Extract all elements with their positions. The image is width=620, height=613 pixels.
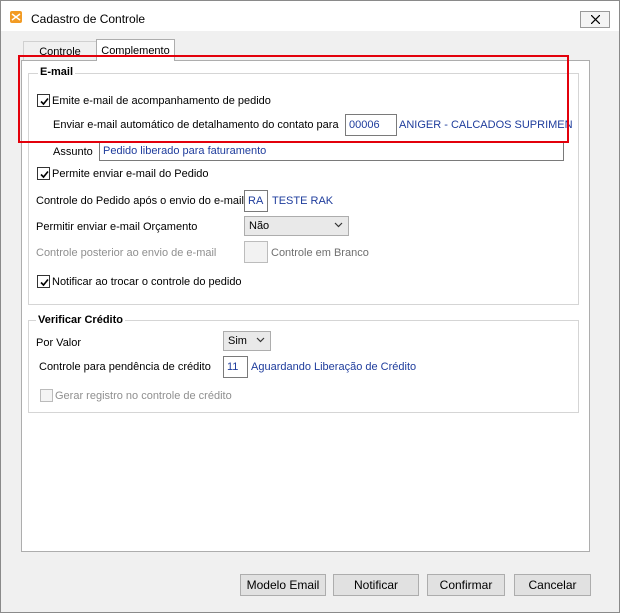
chevron-down-icon: [256, 337, 265, 343]
emite-email-checkbox[interactable]: [37, 94, 50, 107]
permite-email-checkbox[interactable]: [37, 167, 50, 180]
check-icon: [40, 97, 49, 106]
por-valor-select-value: Sim: [228, 335, 247, 347]
notificar-button[interactable]: Notificar: [333, 574, 419, 596]
enviar-auto-label: Enviar e-mail automático de detalhamento…: [53, 119, 339, 131]
window-title: Cadastro de Controle: [31, 12, 146, 26]
dialog-window: Cadastro de Controle Controle Complement…: [0, 0, 620, 613]
pendencia-name: Aguardando Liberação de Crédito: [251, 361, 417, 373]
email-group-title: E-mail: [38, 66, 76, 78]
pendencia-code-field[interactable]: 11: [223, 356, 248, 378]
email-group: [28, 73, 579, 305]
check-icon: [40, 170, 49, 179]
controle-apos-label: Controle do Pedido após o envio do e-mai…: [36, 195, 244, 207]
title-bar: Cadastro de Controle: [1, 1, 619, 31]
orcamento-label: Permitir enviar e-mail Orçamento: [36, 221, 198, 233]
assunto-label: Assunto: [53, 146, 93, 158]
por-valor-label: Por Valor: [36, 337, 82, 349]
close-button[interactable]: [580, 11, 610, 28]
contato-name: ANIGER - CALCADOS SUPRIMEN: [399, 119, 573, 131]
orcamento-select-value: Não: [249, 220, 270, 232]
gerar-registro-checkbox[interactable]: [40, 389, 53, 402]
chevron-down-icon: [334, 222, 343, 228]
notificar-label: Notificar ao trocar o controle do pedido: [52, 276, 242, 288]
notificar-checkbox[interactable]: [37, 275, 50, 288]
app-icon: [10, 11, 22, 23]
posterior-label: Controle posterior ao envio de e-mail: [36, 247, 217, 259]
pendencia-label: Controle para pendência de crédito: [39, 361, 211, 373]
credito-group-title: Verificar Crédito: [36, 314, 125, 326]
posterior-code-field[interactable]: [244, 241, 268, 263]
assunto-field[interactable]: Pedido liberado para faturamento: [99, 141, 564, 161]
tab-complemento[interactable]: Complemento: [96, 39, 175, 61]
permite-email-label: Permite enviar e-mail do Pedido: [52, 168, 209, 180]
gerar-registro-label: Gerar registro no controle de crédito: [55, 390, 232, 402]
close-icon: [590, 15, 600, 24]
tab-panel-complemento: E-mail Emite e-mail de acompanhamento de…: [21, 60, 590, 552]
posterior-name: Controle em Branco: [271, 247, 369, 259]
cancelar-button[interactable]: Cancelar: [514, 574, 591, 596]
emite-email-label: Emite e-mail de acompanhamento de pedido: [52, 95, 271, 107]
controle-apos-name: TESTE RAK: [272, 195, 334, 207]
tab-controle[interactable]: Controle: [23, 41, 97, 61]
por-valor-select[interactable]: Sim: [223, 331, 271, 351]
orcamento-select[interactable]: Não: [244, 216, 349, 236]
confirmar-button[interactable]: Confirmar: [427, 574, 505, 596]
contato-code-field[interactable]: 00006: [345, 114, 397, 136]
check-icon: [40, 278, 49, 287]
controle-apos-code-field[interactable]: RA: [244, 190, 268, 212]
modelo-email-button[interactable]: Modelo Email: [240, 574, 326, 596]
